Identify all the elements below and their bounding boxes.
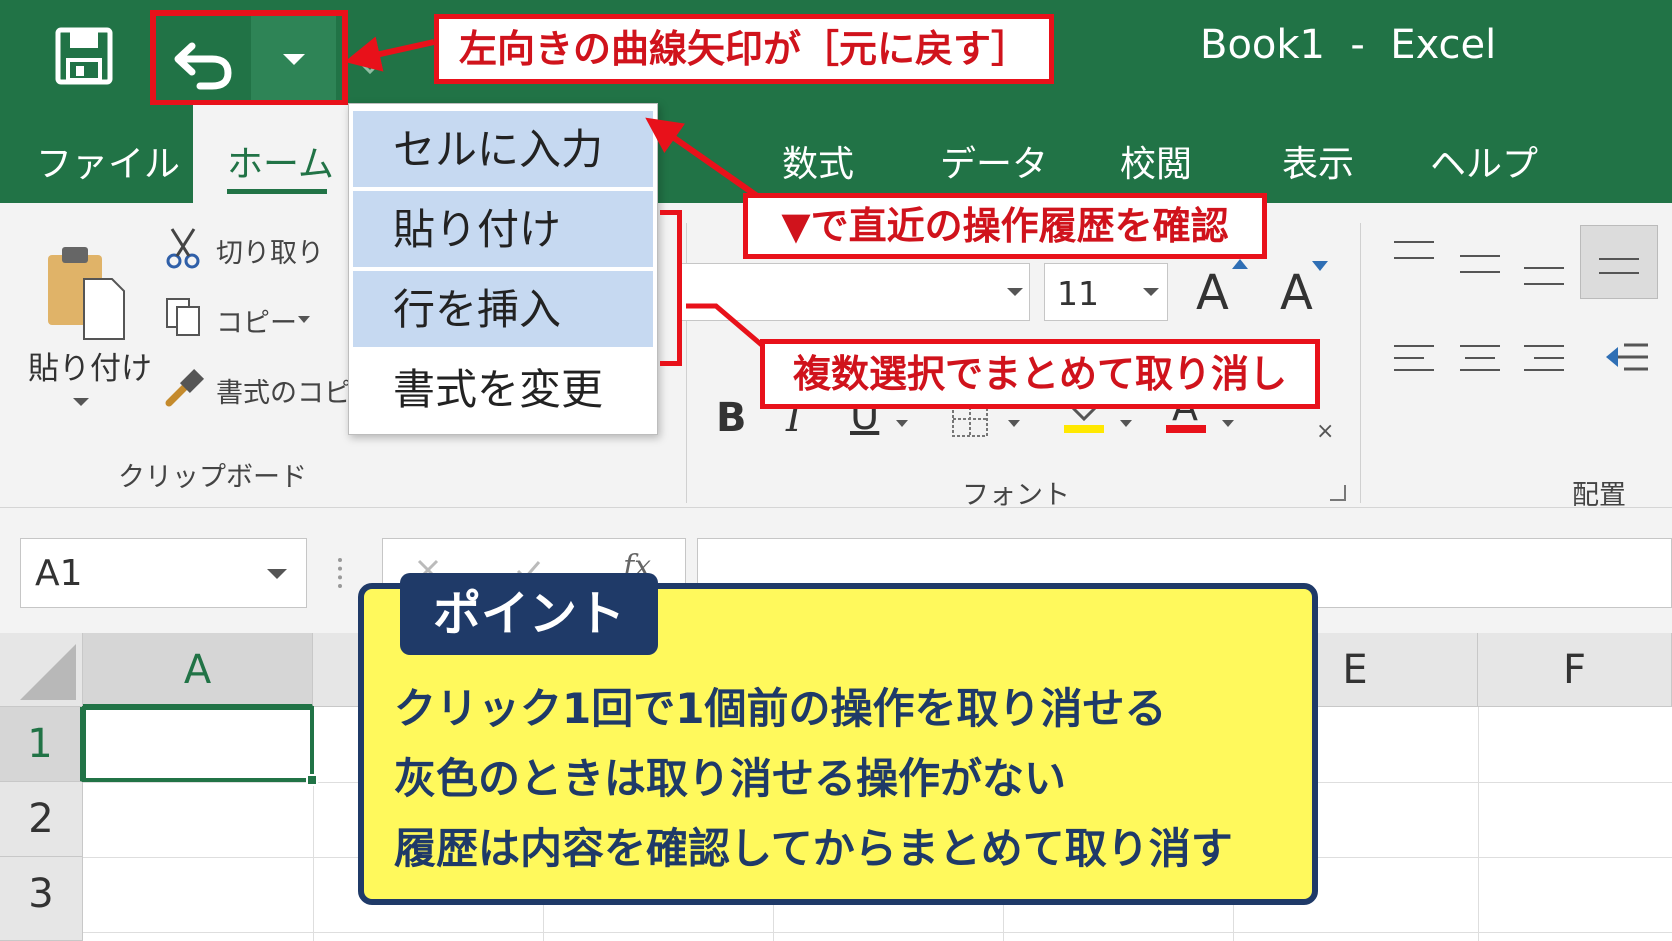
align-bottom-button[interactable] xyxy=(1520,253,1568,293)
chevron-down-icon xyxy=(73,398,89,406)
undo-history-item[interactable]: 書式を変更 xyxy=(353,351,653,429)
chevron-down-icon xyxy=(1007,288,1023,296)
caret-up-icon xyxy=(1232,259,1248,269)
selection-bracket xyxy=(660,210,682,366)
align-center-button[interactable] xyxy=(1456,341,1504,381)
tab-data[interactable]: データ xyxy=(940,135,1048,187)
selected-cell-a1[interactable] xyxy=(82,706,314,782)
row-header-3[interactable]: 3 xyxy=(0,857,83,941)
splitter-handle[interactable] xyxy=(338,558,342,588)
point-line: 灰色のときは取り消せる操作がない xyxy=(394,754,1067,803)
clipboard-group-label: クリップボード xyxy=(118,462,307,493)
chevron-down-icon xyxy=(267,569,287,579)
grow-font-button[interactable]: A xyxy=(1196,265,1229,321)
active-tab-indicator xyxy=(227,189,327,194)
align-right-button[interactable] xyxy=(1520,341,1568,381)
chevron-down-icon xyxy=(298,316,310,323)
qat-customize-button[interactable] xyxy=(350,52,390,82)
cut-label[interactable]: 切り取り xyxy=(216,231,324,270)
font-group-label: フォント xyxy=(962,480,1070,511)
ribbon-tab-bar: ファイル ホーム 数式 データ 校閲 表示 ヘルプ xyxy=(0,105,1672,203)
paste-button[interactable] xyxy=(40,243,130,343)
row-header-1[interactable]: 1 xyxy=(0,707,83,782)
callout-history: ▼で直近の操作履歴を確認 xyxy=(743,193,1267,259)
font-size-value: 11 xyxy=(1057,274,1099,313)
scissors-icon xyxy=(166,228,200,269)
window-title: Book1 - Excel xyxy=(1200,22,1497,68)
column-header-a[interactable]: A xyxy=(83,633,313,707)
undo-history-item[interactable]: 行を挿入 xyxy=(353,271,653,349)
shrink-font-button[interactable]: A xyxy=(1280,265,1313,321)
font-color-swatch xyxy=(1166,425,1206,433)
align-middle-button[interactable] xyxy=(1456,243,1504,283)
tab-help[interactable]: ヘルプ xyxy=(1430,135,1538,187)
group-separator xyxy=(1360,223,1361,503)
chevron-down-icon xyxy=(1222,420,1234,427)
chevron-down-icon xyxy=(1143,288,1159,296)
wrap-text-button[interactable] xyxy=(1580,225,1658,299)
copy-button[interactable] xyxy=(163,295,205,339)
chevron-down-icon xyxy=(358,60,382,75)
undo-history-item[interactable]: セルに入力 xyxy=(353,111,653,189)
callout-undo: 左向きの曲線矢印が［元に戻す］ xyxy=(434,14,1054,84)
undo-dropdown-button[interactable] xyxy=(251,16,336,100)
point-line: クリック1回で1個前の操作を取り消せる xyxy=(394,684,1167,733)
fill-handle[interactable] xyxy=(306,774,318,786)
chevron-down-icon xyxy=(283,54,305,65)
tab-review[interactable]: 校閲 xyxy=(1120,135,1192,187)
callout-multi-select: 複数選択でまとめて取り消し xyxy=(760,339,1320,409)
point-tag: ポイント xyxy=(400,573,658,655)
tab-formulas[interactable]: 数式 xyxy=(782,135,854,187)
font-size-combobox[interactable]: 11 xyxy=(1044,263,1168,321)
cut-button[interactable] xyxy=(164,225,204,269)
save-button[interactable] xyxy=(52,24,116,88)
close-icon[interactable]: × xyxy=(1316,419,1334,444)
chevron-down-icon xyxy=(896,420,908,427)
name-box[interactable]: A1 xyxy=(20,538,307,608)
align-left-button[interactable] xyxy=(1390,341,1438,381)
clipboard-icon xyxy=(48,247,125,340)
decrease-indent-button[interactable] xyxy=(1602,337,1652,381)
save-icon xyxy=(55,27,113,85)
paste-label: 貼り付け xyxy=(28,351,152,387)
chevron-down-icon xyxy=(1008,420,1020,427)
bold-button[interactable]: B xyxy=(716,395,747,441)
undo-highlight-frame xyxy=(150,10,348,106)
caret-down-icon xyxy=(1312,261,1328,271)
indent-arrow-icon xyxy=(1606,343,1648,371)
select-all-corner[interactable] xyxy=(0,633,83,707)
point-line: 履歴は内容を確認してからまとめて取り消す xyxy=(394,824,1233,873)
undo-arrow-icon xyxy=(174,42,232,90)
tab-home-label: ホーム xyxy=(227,144,334,185)
font-name-combobox[interactable] xyxy=(680,263,1030,321)
dialog-launcher-icon[interactable] xyxy=(1330,485,1346,501)
column-header-f[interactable]: F xyxy=(1478,633,1672,707)
row-header-2[interactable]: 2 xyxy=(0,782,83,857)
tab-home[interactable]: ホーム xyxy=(193,105,363,203)
undo-button[interactable] xyxy=(170,32,240,92)
undo-history-item[interactable]: 貼り付け xyxy=(353,191,653,269)
tab-file[interactable]: ファイル xyxy=(36,135,180,187)
name-box-value: A1 xyxy=(35,553,83,594)
format-painter-button[interactable] xyxy=(163,365,207,409)
align-top-button[interactable] xyxy=(1390,233,1438,273)
undo-history-menu: セルに入力 貼り付け 行を挿入 書式を変更 xyxy=(348,103,658,435)
copy-icon xyxy=(166,298,200,336)
alignment-group-label: 配置 xyxy=(1572,480,1626,511)
chevron-down-icon xyxy=(1120,420,1132,427)
tab-view[interactable]: 表示 xyxy=(1282,135,1354,187)
copy-label[interactable]: コピー xyxy=(216,301,297,340)
paintbrush-icon xyxy=(165,368,205,407)
